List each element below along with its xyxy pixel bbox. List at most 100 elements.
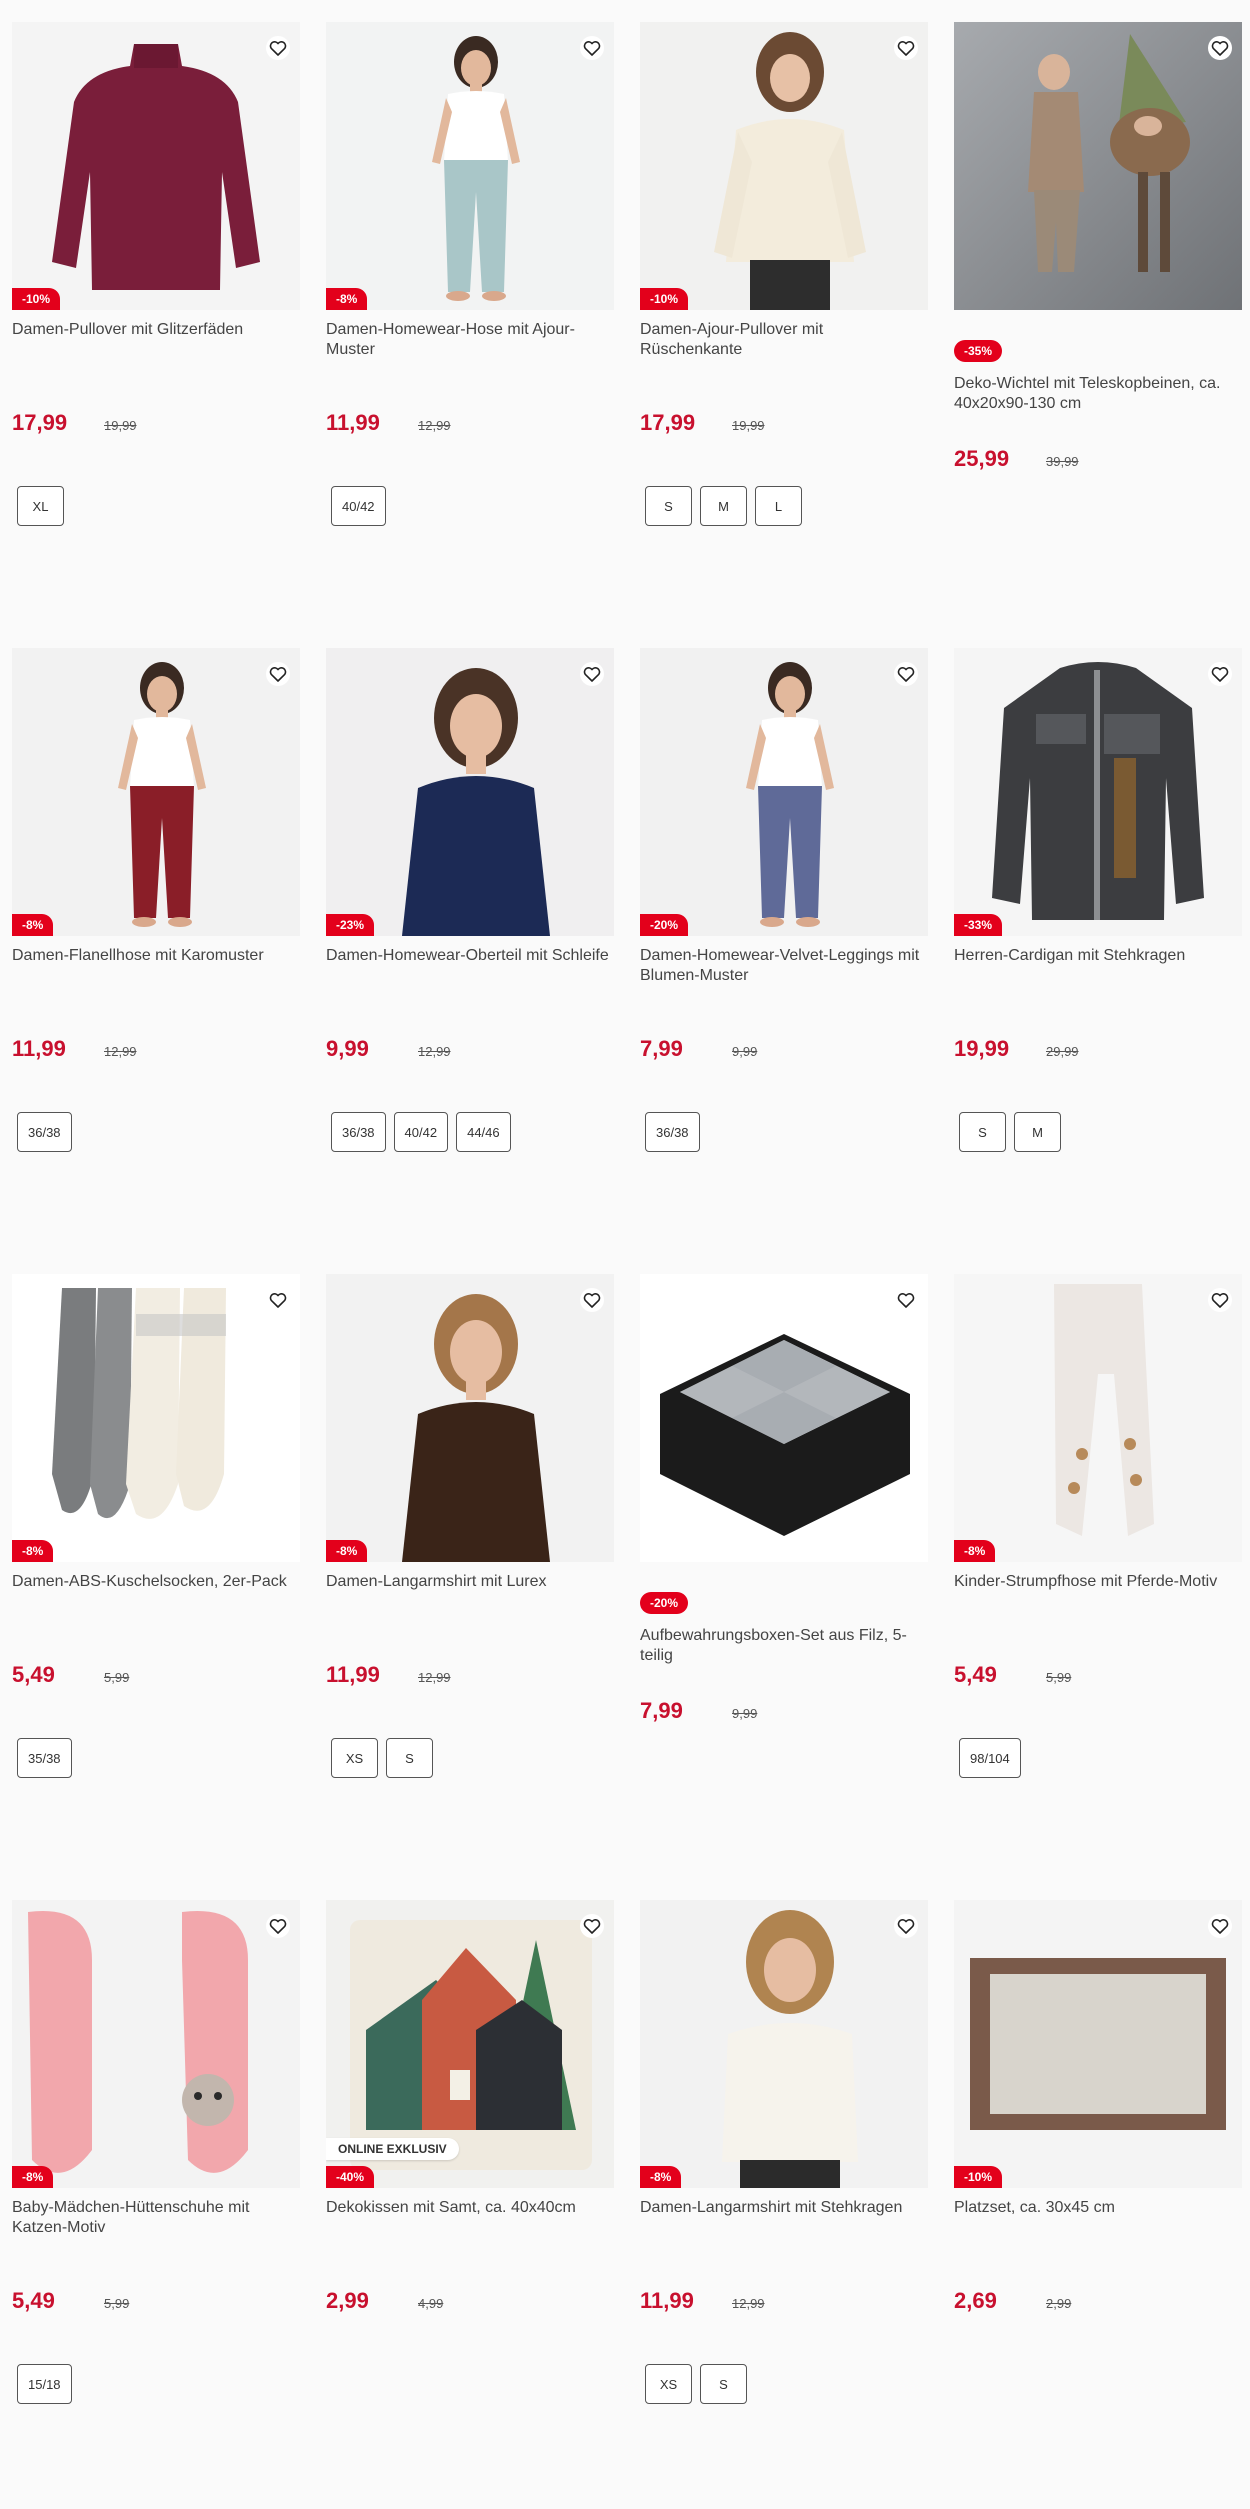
- size-option-button[interactable]: S: [645, 486, 692, 526]
- product-image[interactable]: -8%: [326, 1274, 614, 1562]
- size-option-button[interactable]: 40/42: [393, 1112, 449, 1152]
- product-title[interactable]: Deko-Wichtel mit Teleskopbeinen, ca. 40x…: [954, 374, 1242, 414]
- product-image[interactable]: -8%: [12, 648, 300, 936]
- product-image[interactable]: -10%: [12, 22, 300, 310]
- discount-badge: -8%: [326, 288, 368, 310]
- size-option-button[interactable]: M: [1014, 1112, 1061, 1152]
- product-image[interactable]: -20%: [640, 648, 928, 936]
- size-option-button[interactable]: 15/18: [17, 2364, 72, 2404]
- product-card[interactable]: -20% Damen-Homewear-Velvet-Leggings mit …: [640, 648, 928, 1228]
- product-card[interactable]: -8% Damen-Langarmshirt mit Stehkragen 11…: [640, 1900, 928, 2480]
- product-image[interactable]: -10%: [954, 1900, 1242, 2188]
- product-title[interactable]: Damen-Pullover mit Glitzerfäden: [12, 320, 300, 340]
- product-card[interactable]: ONLINE EXKLUSIV -40% Dekokissen mit Samt…: [326, 1900, 614, 2480]
- size-option-button[interactable]: XL: [17, 486, 64, 526]
- product-title[interactable]: Kinder-Strumpfhose mit Pferde-Motiv: [954, 1572, 1242, 1592]
- old-price: 9,99: [732, 1706, 758, 1721]
- product-card[interactable]: -20% Aufbewahrungsboxen-Set aus Filz, 5-…: [640, 1274, 928, 1854]
- old-price: 5,99: [1046, 1670, 1072, 1685]
- product-title[interactable]: Platzset, ca. 30x45 cm: [954, 2198, 1242, 2218]
- product-title[interactable]: Dekokissen mit Samt, ca. 40x40cm: [326, 2198, 614, 2218]
- size-option-button[interactable]: 36/38: [17, 1112, 72, 1152]
- size-option-button[interactable]: S: [700, 2364, 747, 2404]
- product-image[interactable]: -8%: [12, 1274, 300, 1562]
- discount-badge: -40%: [326, 2166, 375, 2188]
- product-title[interactable]: Baby-Mädchen-Hüttenschuhe mit Katzen-Mot…: [12, 2198, 300, 2238]
- wishlist-button[interactable]: [576, 1910, 608, 1942]
- old-price: 19,99: [104, 418, 137, 433]
- product-image[interactable]: [954, 22, 1242, 310]
- product-card[interactable]: -8% Damen-ABS-Kuschelsocken, 2er-Pack 5,…: [12, 1274, 300, 1854]
- product-title[interactable]: Damen-Homewear-Velvet-Leggings mit Blume…: [640, 946, 928, 986]
- product-image[interactable]: ONLINE EXKLUSIV -40%: [326, 1900, 614, 2188]
- wishlist-button[interactable]: [1204, 658, 1236, 690]
- product-title[interactable]: Damen-ABS-Kuschelsocken, 2er-Pack: [12, 1572, 300, 1592]
- product-title[interactable]: Damen-Flanellhose mit Karomuster: [12, 946, 300, 966]
- product-card[interactable]: -23% Damen-Homewear-Oberteil mit Schleif…: [326, 648, 614, 1228]
- product-card[interactable]: -33% Herren-Cardigan mit Stehkragen 19,9…: [954, 648, 1242, 1228]
- size-option-button[interactable]: L: [755, 486, 802, 526]
- product-photo: [326, 648, 614, 936]
- wishlist-button[interactable]: [1204, 32, 1236, 64]
- wishlist-button[interactable]: [1204, 1284, 1236, 1316]
- product-photo: [326, 22, 614, 310]
- size-option-button[interactable]: 36/38: [331, 1112, 386, 1152]
- product-card[interactable]: -8% Damen-Flanellhose mit Karomuster 11,…: [12, 648, 300, 1228]
- size-option-button[interactable]: 44/46: [456, 1112, 511, 1152]
- wishlist-button[interactable]: [262, 1910, 294, 1942]
- product-title[interactable]: Damen-Langarmshirt mit Stehkragen: [640, 2198, 928, 2218]
- product-image[interactable]: -8%: [954, 1274, 1242, 1562]
- product-image[interactable]: -8%: [12, 1900, 300, 2188]
- product-title[interactable]: Damen-Langarmshirt mit Lurex: [326, 1572, 614, 1592]
- wishlist-button[interactable]: [1204, 1910, 1236, 1942]
- product-title[interactable]: Damen-Ajour-Pullover mit Rüschenkante: [640, 320, 928, 360]
- wishlist-button[interactable]: [262, 32, 294, 64]
- size-options: 36/38 40/42 44/46: [331, 1112, 511, 1152]
- product-title[interactable]: Herren-Cardigan mit Stehkragen: [954, 946, 1242, 966]
- wishlist-button[interactable]: [890, 1284, 922, 1316]
- wishlist-button[interactable]: [576, 658, 608, 690]
- wishlist-button[interactable]: [576, 32, 608, 64]
- wishlist-button[interactable]: [262, 1284, 294, 1316]
- wishlist-button[interactable]: [890, 658, 922, 690]
- product-image[interactable]: -8%: [326, 22, 614, 310]
- product-card[interactable]: -8% Baby-Mädchen-Hüttenschuhe mit Katzen…: [12, 1900, 300, 2480]
- size-options: 36/38: [645, 1112, 700, 1152]
- wishlist-button[interactable]: [262, 658, 294, 690]
- size-option-button[interactable]: S: [959, 1112, 1006, 1152]
- product-card[interactable]: -10% Damen-Ajour-Pullover mit Rüschenkan…: [640, 22, 928, 602]
- wishlist-button[interactable]: [890, 32, 922, 64]
- size-option-button[interactable]: 36/38: [645, 1112, 700, 1152]
- product-card[interactable]: -35% Deko-Wichtel mit Teleskopbeinen, ca…: [954, 22, 1242, 602]
- current-price: 25,99: [954, 446, 1010, 471]
- product-title[interactable]: Damen-Homewear-Oberteil mit Schleife: [326, 946, 614, 966]
- product-photo: [326, 1274, 614, 1562]
- old-price: 12,99: [418, 1670, 451, 1685]
- heart-outline-icon: [1208, 36, 1232, 60]
- product-card[interactable]: -8% Kinder-Strumpfhose mit Pferde-Motiv …: [954, 1274, 1242, 1854]
- product-image[interactable]: -23%: [326, 648, 614, 936]
- product-card[interactable]: -8% Damen-Langarmshirt mit Lurex 11,99 1…: [326, 1274, 614, 1854]
- product-image[interactable]: -10%: [640, 22, 928, 310]
- product-title[interactable]: Damen-Homewear-Hose mit Ajour-Muster: [326, 320, 614, 360]
- product-image[interactable]: -8%: [640, 1900, 928, 2188]
- size-option-button[interactable]: 40/42: [331, 486, 386, 526]
- product-card[interactable]: -8% Damen-Homewear-Hose mit Ajour-Muster…: [326, 22, 614, 602]
- wishlist-button[interactable]: [576, 1284, 608, 1316]
- size-option-button[interactable]: 35/38: [17, 1738, 72, 1778]
- product-card[interactable]: -10% Platzset, ca. 30x45 cm 2,69 2,99: [954, 1900, 1242, 2480]
- size-option-button[interactable]: XS: [331, 1738, 378, 1778]
- product-title[interactable]: Aufbewahrungsboxen-Set aus Filz, 5-teili…: [640, 1626, 928, 1666]
- size-option-button[interactable]: XS: [645, 2364, 692, 2404]
- product-image[interactable]: [640, 1274, 928, 1562]
- product-photo: [640, 1274, 928, 1562]
- current-price: 5,49: [954, 1662, 997, 1687]
- wishlist-button[interactable]: [890, 1910, 922, 1942]
- size-option-button[interactable]: 98/104: [959, 1738, 1021, 1778]
- price-row: 5,49 5,99: [12, 2288, 129, 2314]
- product-card[interactable]: -10% Damen-Pullover mit Glitzerfäden 17,…: [12, 22, 300, 602]
- current-price: 5,49: [12, 1662, 55, 1687]
- product-image[interactable]: -33%: [954, 648, 1242, 936]
- size-option-button[interactable]: S: [386, 1738, 433, 1778]
- size-option-button[interactable]: M: [700, 486, 747, 526]
